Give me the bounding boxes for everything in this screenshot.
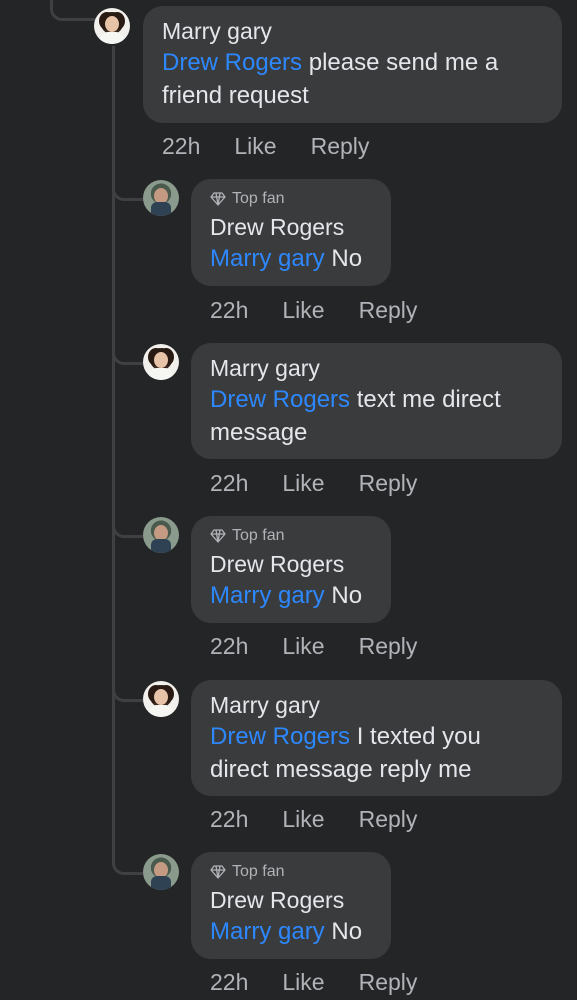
- badge-label: Top fan: [232, 527, 285, 544]
- comment-bubble: Marry gary Drew Rogers I texted you dire…: [191, 680, 562, 796]
- comment-bubble: Top fan Drew Rogers Marry gary No: [191, 179, 391, 286]
- reply-button[interactable]: Reply: [359, 469, 418, 497]
- mention-link[interactable]: Marry gary: [210, 918, 325, 945]
- comment-actions: 22h Like Reply: [210, 805, 417, 833]
- reply-button[interactable]: Reply: [359, 632, 418, 660]
- avatar[interactable]: [143, 854, 179, 890]
- comment-time[interactable]: 22h: [210, 632, 248, 660]
- top-fan-badge: Top fan: [210, 862, 372, 882]
- comment-text: Marry gary No: [210, 579, 372, 612]
- comment-text-line: text me direct: [356, 386, 501, 413]
- comment-time[interactable]: 22h: [210, 805, 248, 833]
- like-button[interactable]: Like: [282, 968, 324, 996]
- comment-text-line: I texted you: [356, 723, 481, 750]
- avatar[interactable]: [94, 8, 130, 44]
- comment-text-line: No: [331, 582, 363, 609]
- comment-time[interactable]: 22h: [210, 968, 248, 996]
- comment-text-line: No: [331, 245, 363, 272]
- avatar[interactable]: [143, 517, 179, 553]
- top-fan-badge: Top fan: [210, 189, 372, 209]
- comment-author[interactable]: Marry gary: [210, 353, 543, 383]
- comment-text: Marry gary No: [210, 242, 372, 275]
- comment-author[interactable]: Drew Rogers: [210, 212, 372, 242]
- top-fan-badge: Top fan: [210, 526, 372, 546]
- diamond-icon: [210, 192, 226, 206]
- comment-bubble: Top fan Drew Rogers Marry gary No: [191, 516, 391, 623]
- badge-label: Top fan: [232, 190, 285, 207]
- thread-connector: [112, 856, 143, 875]
- comment-author[interactable]: Marry gary: [210, 690, 543, 720]
- avatar[interactable]: [143, 344, 179, 380]
- reply-button[interactable]: Reply: [359, 296, 418, 324]
- comment-text: Marry gary No: [210, 915, 372, 948]
- comment-actions: 22h Like Reply: [210, 469, 417, 497]
- reply-button[interactable]: Reply: [359, 805, 418, 833]
- comment-time[interactable]: 22h: [162, 132, 200, 160]
- avatar[interactable]: [143, 180, 179, 216]
- comment-text-line: message: [210, 419, 308, 446]
- comment-text: Drew Rogers please send me a friend requ…: [162, 46, 543, 112]
- comment-actions: 22h Like Reply: [162, 132, 369, 160]
- mention-link[interactable]: Marry gary: [210, 245, 325, 272]
- reply-button[interactable]: Reply: [359, 968, 418, 996]
- like-button[interactable]: Like: [282, 805, 324, 833]
- comment-text: Drew Rogers I texted you direct message …: [210, 720, 543, 786]
- badge-label: Top fan: [232, 863, 285, 880]
- thread-connector: [112, 46, 115, 861]
- like-button[interactable]: Like: [282, 469, 324, 497]
- comment-actions: 22h Like Reply: [210, 632, 417, 660]
- diamond-icon: [210, 865, 226, 879]
- comment-text: Drew Rogers text me direct message: [210, 383, 543, 449]
- mention-link[interactable]: Marry gary: [210, 582, 325, 609]
- thread-connector: [50, 0, 97, 21]
- thread-connector: [112, 346, 143, 365]
- comment-author[interactable]: Drew Rogers: [210, 549, 372, 579]
- comment-thread: Marry gary Drew Rogers please send me a …: [0, 0, 577, 1000]
- like-button[interactable]: Like: [234, 132, 276, 160]
- comment-author[interactable]: Marry gary: [162, 16, 543, 46]
- comment-bubble: Marry gary Drew Rogers please send me a …: [143, 6, 562, 123]
- comment-time[interactable]: 22h: [210, 296, 248, 324]
- comment-bubble: Marry gary Drew Rogers text me direct me…: [191, 343, 562, 459]
- comment-author[interactable]: Drew Rogers: [210, 885, 372, 915]
- comment-text-line: please send me a: [308, 49, 499, 76]
- comment-text-line: No: [331, 918, 363, 945]
- diamond-icon: [210, 529, 226, 543]
- mention-link[interactable]: Drew Rogers: [210, 723, 350, 750]
- comment-bubble: Top fan Drew Rogers Marry gary No: [191, 852, 391, 959]
- reply-button[interactable]: Reply: [311, 132, 370, 160]
- comment-text-line: friend request: [162, 82, 309, 109]
- thread-connector: [112, 683, 143, 702]
- comment-time[interactable]: 22h: [210, 469, 248, 497]
- like-button[interactable]: Like: [282, 296, 324, 324]
- like-button[interactable]: Like: [282, 632, 324, 660]
- comment-actions: 22h Like Reply: [210, 296, 417, 324]
- thread-connector: [112, 519, 143, 538]
- comment-actions: 22h Like Reply: [210, 968, 417, 996]
- thread-connector: [112, 182, 143, 201]
- avatar[interactable]: [143, 681, 179, 717]
- mention-link[interactable]: Drew Rogers: [162, 49, 302, 76]
- mention-link[interactable]: Drew Rogers: [210, 386, 350, 413]
- comment-text-line: direct message reply me: [210, 756, 472, 783]
